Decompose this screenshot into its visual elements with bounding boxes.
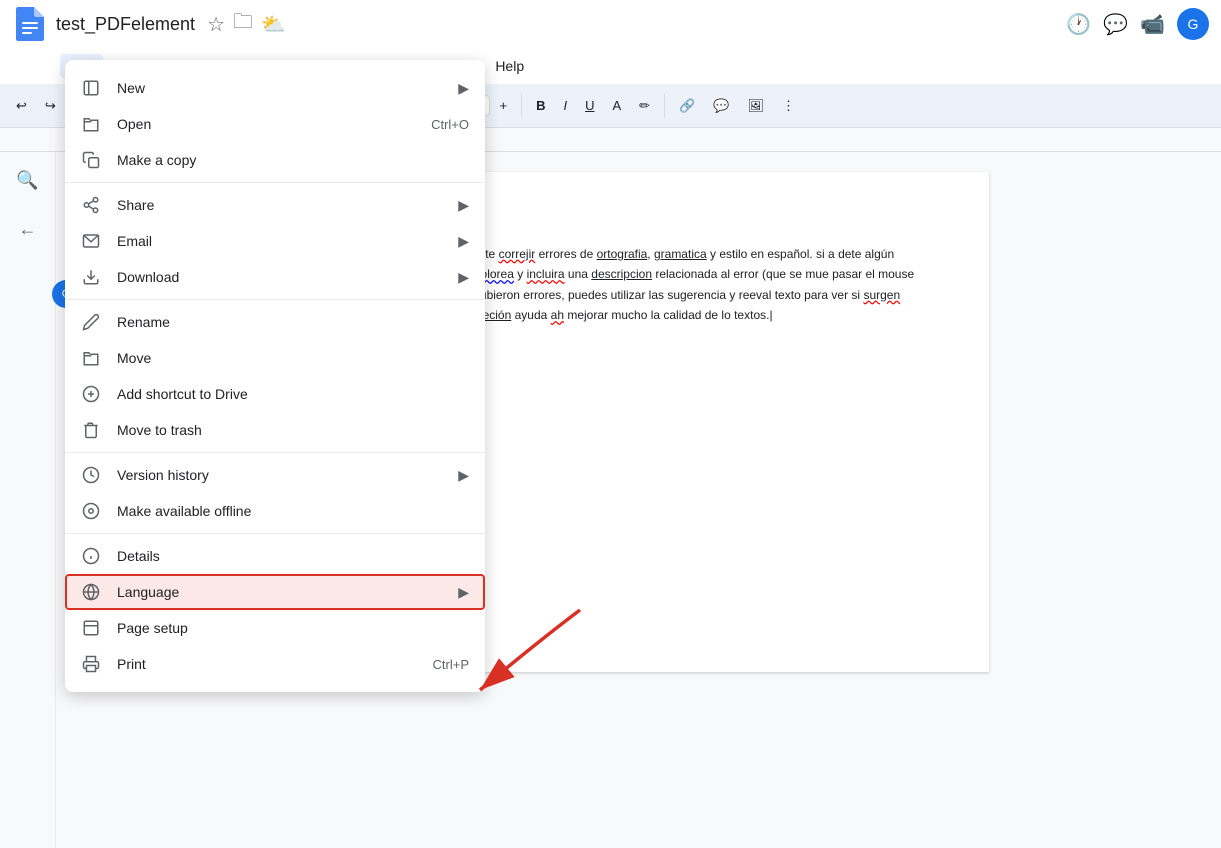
copy-icon [81,150,101,170]
move-label: Move [117,350,469,366]
dropdown-email[interactable]: Email ▶ [65,223,485,259]
dropdown-rename[interactable]: Rename [65,304,485,340]
offline-label: Make available offline [117,503,469,519]
italic-button[interactable]: I [555,94,575,117]
version-history-label: Version history [117,467,442,483]
file-title: test_PDFelement [56,14,195,35]
folder-icon[interactable]: 🗀 [233,7,253,41]
underline-button[interactable]: U [577,94,602,117]
meet-icon[interactable]: 📹 [1140,12,1165,37]
highlight-button[interactable]: ✏ [631,94,658,118]
avatar[interactable]: G [1177,8,1209,40]
redo-button[interactable]: ↪ [37,94,64,118]
dropdown-share[interactable]: Share ▶ [65,187,485,223]
title-icons: ☆ 🗀 ⛅ [207,7,286,41]
dropdown-offline[interactable]: Make available offline [65,493,485,529]
download-icon [81,267,101,287]
dropdown-add-shortcut[interactable]: Add shortcut to Drive [65,376,485,412]
email-label: Email [117,233,442,249]
increase-font-button[interactable]: + [492,94,516,117]
print-shortcut: Ctrl+P [433,657,469,672]
bold-button[interactable]: B [528,94,553,117]
dropdown-download[interactable]: Download ▶ [65,259,485,295]
top-right-actions: 🕐 💬 📹 G [1066,8,1209,40]
dropdown-version-history[interactable]: Version history ▶ [65,457,485,493]
dropdown-section-2: Share ▶ Email ▶ Download ▶ [65,183,485,300]
dropdown-language[interactable]: Language ▶ [65,574,485,610]
rename-label: Rename [117,314,469,330]
dropdown-move[interactable]: Move [65,340,485,376]
menu-help[interactable]: Help [485,54,534,78]
offline-icon [81,501,101,521]
dropdown-section-1: New ▶ Open Ctrl+O Make a copy [65,66,485,183]
more-options-button[interactable]: ⋮ [774,94,803,118]
download-arrow-icon: ▶ [458,269,469,286]
print-icon [81,654,101,674]
add-shortcut-icon [81,384,101,404]
dropdown-details[interactable]: Details [65,538,485,574]
trash-label: Move to trash [117,422,469,438]
divider-6 [664,94,665,118]
dropdown-copy[interactable]: Make a copy [65,142,485,178]
share-label: Share [117,197,442,213]
open-shortcut: Ctrl+O [431,117,469,132]
share-arrow-icon: ▶ [458,197,469,214]
page-setup-icon [81,618,101,638]
dropdown-page-setup[interactable]: Page setup [65,610,485,646]
cloud-icon[interactable]: ⛅ [261,12,286,37]
back-arrow-icon[interactable]: ← [13,213,43,246]
open-label: Open [117,116,415,132]
language-icon [81,582,101,602]
version-history-icon [81,465,101,485]
print-label: Print [117,656,417,672]
language-arrow-icon: ▶ [458,584,469,601]
file-dropdown-menu: New ▶ Open Ctrl+O Make a copy Share ▶ [65,60,485,692]
dropdown-open[interactable]: Open Ctrl+O [65,106,485,142]
insert-image-button[interactable]: 🖼 [739,94,772,118]
version-arrow-icon: ▶ [458,467,469,484]
copy-label: Make a copy [117,152,469,168]
email-arrow-icon: ▶ [458,233,469,250]
move-icon [81,348,101,368]
add-shortcut-label: Add shortcut to Drive [117,386,469,402]
language-label: Language [117,584,442,600]
dropdown-section-3: Rename Move Add shortcut to Drive Move t… [65,300,485,453]
font-color-button[interactable]: A [605,94,630,117]
share-icon [81,195,101,215]
dropdown-section-4: Version history ▶ Make available offline [65,453,485,534]
comment-icon[interactable]: 💬 [1103,12,1128,37]
insert-comment-button[interactable]: 💬 [705,94,737,118]
rename-icon [81,312,101,332]
dropdown-section-5: Details Language ▶ Page setup Print Ctrl… [65,534,485,686]
dropdown-trash[interactable]: Move to trash [65,412,485,448]
email-icon [81,231,101,251]
details-icon [81,546,101,566]
insert-link-button[interactable]: 🔗 [671,94,703,118]
trash-icon [81,420,101,440]
divider-5 [521,94,522,118]
new-icon [81,78,101,98]
details-label: Details [117,548,469,564]
title-bar: test_PDFelement ☆ 🗀 ⛅ 🕐 💬 📹 G [0,0,1221,48]
left-sidebar: 🔍 ← [0,152,56,848]
star-icon[interactable]: ☆ [207,12,225,37]
page-setup-label: Page setup [117,620,469,636]
dropdown-print[interactable]: Print Ctrl+P [65,646,485,682]
open-icon [81,114,101,134]
undo-button[interactable]: ↩ [8,94,35,118]
new-arrow-icon: ▶ [458,80,469,97]
docs-logo-icon [12,6,48,42]
history-icon[interactable]: 🕐 [1066,12,1091,37]
dropdown-new[interactable]: New ▶ [65,70,485,106]
search-sidebar-icon[interactable]: 🔍 [10,164,44,197]
new-label: New [117,80,442,96]
download-label: Download [117,269,442,285]
